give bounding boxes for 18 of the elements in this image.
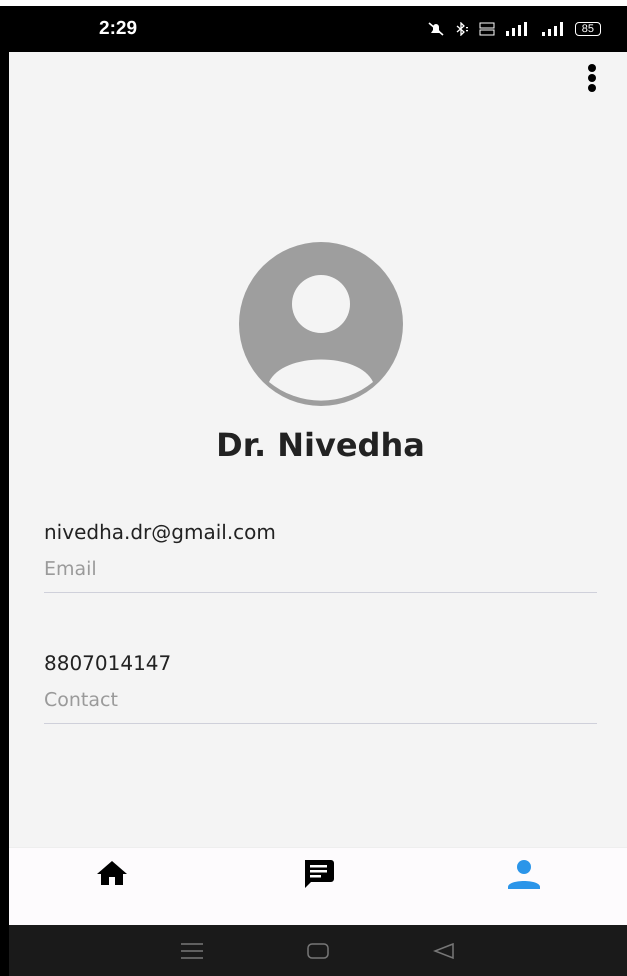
profile-field[interactable]: nivedha.dr@gmail.com Email [44, 520, 597, 593]
avatar-icon [238, 242, 402, 406]
menu-icon[interactable] [181, 942, 203, 958]
profile-name: Dr. Nivedha [216, 426, 425, 464]
signal-icon [540, 22, 565, 36]
field-value: 8807014147 [44, 651, 172, 675]
back-icon[interactable] [433, 942, 455, 958]
battery-level: 85 [574, 22, 601, 36]
field-value: nivedha.dr@gmail.com [44, 520, 277, 544]
field-label: Email [44, 558, 98, 580]
profile-field[interactable]: 8807014147 Contact [44, 651, 597, 724]
home-button-icon[interactable] [307, 942, 329, 958]
status-time: 2:29 [99, 18, 138, 40]
bell-off-icon [426, 22, 445, 36]
more-menu-icon[interactable] [587, 64, 597, 92]
person-icon [506, 858, 542, 890]
bluetooth-icon [454, 22, 469, 36]
field-label: Contact [44, 689, 119, 711]
